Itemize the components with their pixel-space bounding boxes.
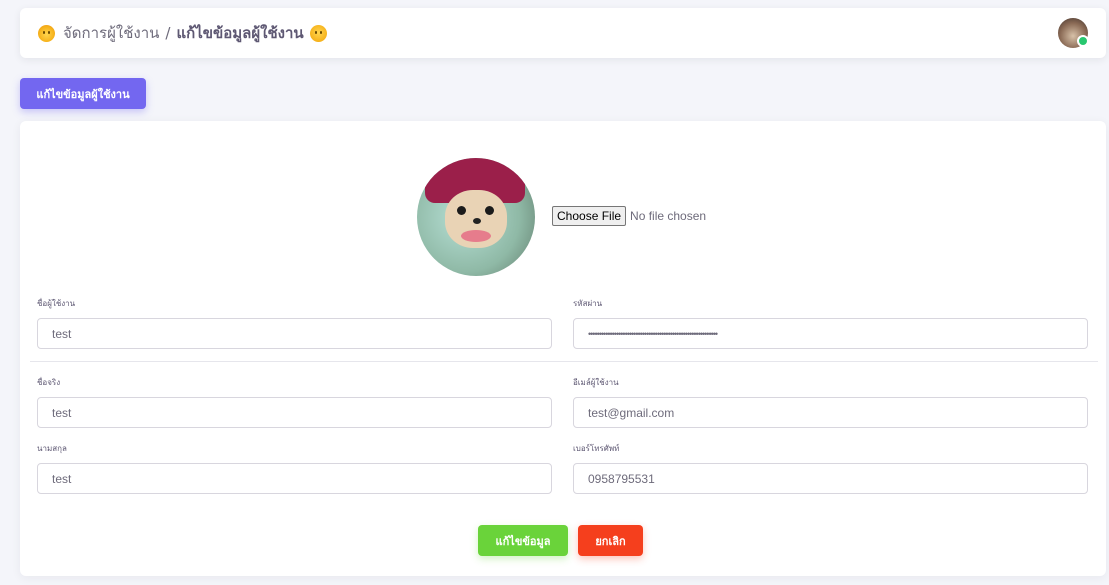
first-name-label: ชื่อจริง	[37, 378, 61, 387]
email-label: อีเมล์ผู้ใช้งาน	[573, 378, 619, 387]
username-label: ชื่อผู้ใช้งาน	[37, 299, 76, 308]
username-field-group: ชื่อผู้ใช้งาน test	[37, 297, 552, 349]
password-input[interactable]: ••••••••••••••••••••••••••••••••••••••••…	[573, 318, 1088, 349]
cancel-button[interactable]: ยกเลิก	[578, 525, 643, 556]
top-navbar: จัดการผู้ใช้งาน / แก้ไขข้อมูลผู้ใช้งาน	[20, 8, 1106, 58]
username-input[interactable]: test	[37, 318, 552, 349]
password-label: รหัสผ่าน	[573, 299, 603, 308]
profile-picture	[417, 158, 535, 276]
edit-user-form-card: Choose File No file chosen ชื่อผู้ใช้งาน…	[20, 121, 1106, 576]
email-field-group: อีเมล์ผู้ใช้งาน test@gmail.com	[573, 376, 1088, 428]
breadcrumb-separator: /	[165, 24, 171, 42]
email-input[interactable]: test@gmail.com	[573, 397, 1088, 428]
first-name-input[interactable]: test	[37, 397, 552, 428]
first-name-field-group: ชื่อจริง test	[37, 376, 552, 428]
profile-file-input[interactable]: Choose File No file chosen	[552, 206, 706, 226]
form-actions: แก้ไขข้อมูล ยกเลิก	[478, 525, 643, 556]
form-divider	[30, 361, 1098, 362]
breadcrumb-root[interactable]: จัดการผู้ใช้งาน	[63, 21, 159, 45]
last-name-input[interactable]: test	[37, 463, 552, 494]
user-avatar[interactable]	[1058, 18, 1089, 48]
breadcrumb: จัดการผู้ใช้งาน / แก้ไขข้อมูลผู้ใช้งาน	[63, 21, 327, 45]
breadcrumb-current: แก้ไขข้อมูลผู้ใช้งาน	[176, 24, 304, 42]
smiling-face-icon	[309, 24, 327, 42]
edit-user-header-button[interactable]: แก้ไขข้อมูลผู้ใช้งาน	[20, 78, 146, 109]
password-field-group: รหัสผ่าน •••••••••••••••••••••••••••••••…	[573, 297, 1088, 349]
choose-file-button[interactable]: Choose File	[552, 206, 627, 226]
face-emoji-icon	[38, 24, 55, 42]
save-button[interactable]: แก้ไขข้อมูล	[478, 525, 568, 556]
last-name-field-group: นามสกุล test	[37, 442, 552, 494]
phone-field-group: เบอร์โทรศัพท์ 0958795531	[573, 442, 1088, 494]
phone-input[interactable]: 0958795531	[573, 463, 1088, 494]
file-status-text: No file chosen	[630, 209, 707, 223]
last-name-label: นามสกุล	[37, 444, 67, 453]
phone-label: เบอร์โทรศัพท์	[573, 444, 620, 453]
